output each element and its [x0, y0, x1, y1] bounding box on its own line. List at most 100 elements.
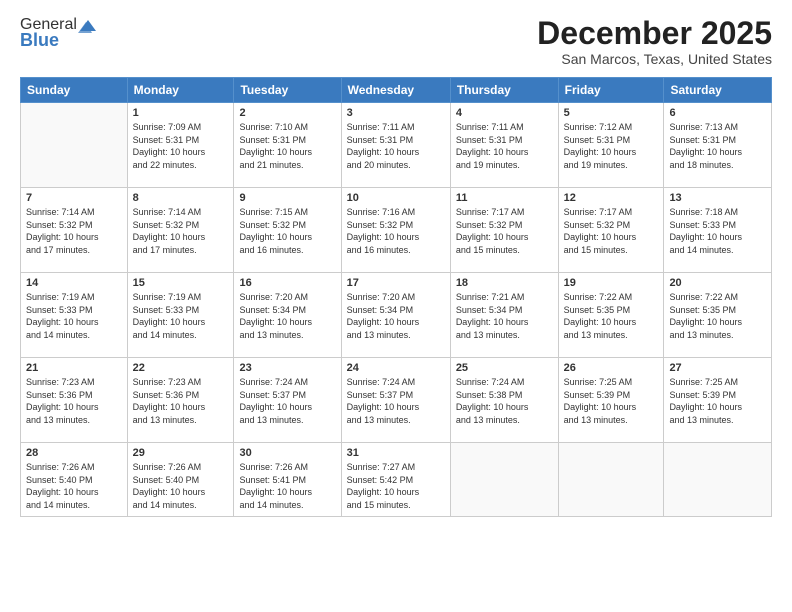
- day-number: 8: [133, 192, 229, 204]
- calendar-cell: 6 Sunrise: 7:13 AMSunset: 5:31 PMDaylight…: [664, 103, 772, 188]
- day-number: 16: [239, 277, 335, 289]
- calendar-cell: [450, 443, 558, 516]
- day-info: Sunrise: 7:21 AMSunset: 5:34 PMDaylight:…: [456, 291, 553, 341]
- day-info: Sunrise: 7:23 AMSunset: 5:36 PMDaylight:…: [26, 376, 122, 426]
- week-row-1: 1 Sunrise: 7:09 AMSunset: 5:31 PMDaylight…: [21, 103, 772, 188]
- weekday-header-friday: Friday: [558, 78, 664, 103]
- weekday-header-tuesday: Tuesday: [234, 78, 341, 103]
- day-info: Sunrise: 7:26 AMSunset: 5:40 PMDaylight:…: [133, 461, 229, 511]
- day-info: Sunrise: 7:17 AMSunset: 5:32 PMDaylight:…: [564, 206, 659, 256]
- calendar-cell: 22 Sunrise: 7:23 AMSunset: 5:36 PMDayligh…: [127, 358, 234, 443]
- calendar-cell: 20Sunrise: 7:22 AMSunset: 5:35 PMDayligh…: [664, 273, 772, 358]
- day-number: 29: [133, 447, 229, 459]
- calendar-cell: 15 Sunrise: 7:19 AMSunset: 5:33 PMDayligh…: [127, 273, 234, 358]
- day-info: Sunrise: 7:20 AMSunset: 5:34 PMDaylight:…: [239, 291, 335, 341]
- calendar-cell: 4 Sunrise: 7:11 AMSunset: 5:31 PMDaylight…: [450, 103, 558, 188]
- logo-blue-text: Blue: [20, 30, 59, 51]
- day-info: Sunrise: 7:20 AMSunset: 5:34 PMDaylight:…: [347, 291, 445, 341]
- calendar-cell: 12 Sunrise: 7:17 AMSunset: 5:32 PMDayligh…: [558, 188, 664, 273]
- calendar-cell: 29 Sunrise: 7:26 AMSunset: 5:40 PMDayligh…: [127, 443, 234, 516]
- day-info: Sunrise: 7:27 AMSunset: 5:42 PMDaylight:…: [347, 461, 445, 511]
- day-info: Sunrise: 7:22 AMSunset: 5:35 PMDaylight:…: [669, 291, 766, 341]
- calendar-cell: 13 Sunrise: 7:18 AMSunset: 5:33 PMDayligh…: [664, 188, 772, 273]
- day-number: 11: [456, 192, 553, 204]
- weekday-header-row: SundayMondayTuesdayWednesdayThursdayFrid…: [21, 78, 772, 103]
- day-number: 28: [26, 447, 122, 459]
- day-number: 2: [239, 107, 335, 119]
- calendar-table: SundayMondayTuesdayWednesdayThursdayFrid…: [20, 77, 772, 516]
- day-number: 18: [456, 277, 553, 289]
- weekday-header-sunday: Sunday: [21, 78, 128, 103]
- day-number: 1: [133, 107, 229, 119]
- calendar-cell: 27 Sunrise: 7:25 AMSunset: 5:39 PMDayligh…: [664, 358, 772, 443]
- day-info: Sunrise: 7:16 AMSunset: 5:32 PMDaylight:…: [347, 206, 445, 256]
- day-info: Sunrise: 7:23 AMSunset: 5:36 PMDaylight:…: [133, 376, 229, 426]
- day-info: Sunrise: 7:19 AMSunset: 5:33 PMDaylight:…: [133, 291, 229, 341]
- calendar-cell: 26 Sunrise: 7:25 AMSunset: 5:39 PMDayligh…: [558, 358, 664, 443]
- day-number: 12: [564, 192, 659, 204]
- logo: General Blue: [20, 16, 96, 51]
- day-info: Sunrise: 7:11 AMSunset: 5:31 PMDaylight:…: [347, 121, 445, 171]
- calendar-cell: 19 Sunrise: 7:22 AMSunset: 5:35 PMDayligh…: [558, 273, 664, 358]
- weekday-header-wednesday: Wednesday: [341, 78, 450, 103]
- day-info: Sunrise: 7:22 AMSunset: 5:35 PMDaylight:…: [564, 291, 659, 341]
- calendar-cell: 21 Sunrise: 7:23 AMSunset: 5:36 PMDayligh…: [21, 358, 128, 443]
- day-info: Sunrise: 7:13 AMSunset: 5:31 PMDaylight:…: [669, 121, 766, 171]
- month-title: December 2025: [537, 16, 772, 51]
- calendar-cell: 30 Sunrise: 7:26 AMSunset: 5:41 PMDayligh…: [234, 443, 341, 516]
- calendar-cell: 11Sunrise: 7:17 AMSunset: 5:32 PMDayligh…: [450, 188, 558, 273]
- calendar-cell: 10Sunrise: 7:16 AMSunset: 5:32 PMDayligh…: [341, 188, 450, 273]
- calendar-cell: [664, 443, 772, 516]
- calendar-cell: 7Sunrise: 7:14 AMSunset: 5:32 PMDaylight…: [21, 188, 128, 273]
- calendar-cell: [558, 443, 664, 516]
- calendar-cell: 14Sunrise: 7:19 AMSunset: 5:33 PMDayligh…: [21, 273, 128, 358]
- title-block: December 2025 San Marcos, Texas, United …: [537, 16, 772, 67]
- day-number: 24: [347, 362, 445, 374]
- header: General Blue December 2025 San Marcos, T…: [20, 16, 772, 67]
- day-number: 30: [239, 447, 335, 459]
- weekday-header-monday: Monday: [127, 78, 234, 103]
- day-info: Sunrise: 7:18 AMSunset: 5:33 PMDaylight:…: [669, 206, 766, 256]
- calendar-cell: 5 Sunrise: 7:12 AMSunset: 5:31 PMDaylight…: [558, 103, 664, 188]
- day-number: 4: [456, 107, 553, 119]
- day-info: Sunrise: 7:11 AMSunset: 5:31 PMDaylight:…: [456, 121, 553, 171]
- weekday-header-saturday: Saturday: [664, 78, 772, 103]
- day-info: Sunrise: 7:25 AMSunset: 5:39 PMDaylight:…: [669, 376, 766, 426]
- calendar-cell: 28Sunrise: 7:26 AMSunset: 5:40 PMDayligh…: [21, 443, 128, 516]
- day-number: 14: [26, 277, 122, 289]
- day-info: Sunrise: 7:26 AMSunset: 5:41 PMDaylight:…: [239, 461, 335, 511]
- calendar-cell: 9Sunrise: 7:15 AMSunset: 5:32 PMDaylight…: [234, 188, 341, 273]
- day-number: 27: [669, 362, 766, 374]
- day-number: 26: [564, 362, 659, 374]
- day-number: 5: [564, 107, 659, 119]
- calendar-cell: 31Sunrise: 7:27 AMSunset: 5:42 PMDayligh…: [341, 443, 450, 516]
- calendar-cell: 18 Sunrise: 7:21 AMSunset: 5:34 PMDayligh…: [450, 273, 558, 358]
- day-number: 21: [26, 362, 122, 374]
- day-number: 6: [669, 107, 766, 119]
- calendar-cell: [21, 103, 128, 188]
- day-number: 9: [239, 192, 335, 204]
- calendar-cell: 17Sunrise: 7:20 AMSunset: 5:34 PMDayligh…: [341, 273, 450, 358]
- day-info: Sunrise: 7:10 AMSunset: 5:31 PMDaylight:…: [239, 121, 335, 171]
- day-info: Sunrise: 7:25 AMSunset: 5:39 PMDaylight:…: [564, 376, 659, 426]
- calendar-cell: 16 Sunrise: 7:20 AMSunset: 5:34 PMDayligh…: [234, 273, 341, 358]
- day-number: 13: [669, 192, 766, 204]
- day-number: 25: [456, 362, 553, 374]
- day-number: 7: [26, 192, 122, 204]
- calendar-cell: 23Sunrise: 7:24 AMSunset: 5:37 PMDayligh…: [234, 358, 341, 443]
- calendar-cell: 25 Sunrise: 7:24 AMSunset: 5:38 PMDayligh…: [450, 358, 558, 443]
- week-row-4: 21 Sunrise: 7:23 AMSunset: 5:36 PMDayligh…: [21, 358, 772, 443]
- page: General Blue December 2025 San Marcos, T…: [0, 0, 792, 612]
- day-info: Sunrise: 7:09 AMSunset: 5:31 PMDaylight:…: [133, 121, 229, 171]
- calendar-cell: 8Sunrise: 7:14 AMSunset: 5:32 PMDaylight…: [127, 188, 234, 273]
- calendar-cell: 24 Sunrise: 7:24 AMSunset: 5:37 PMDayligh…: [341, 358, 450, 443]
- day-info: Sunrise: 7:24 AMSunset: 5:37 PMDaylight:…: [347, 376, 445, 426]
- day-number: 15: [133, 277, 229, 289]
- week-row-3: 14 Sunrise: 7:19 AMSunset: 5:33 PMDayligh…: [21, 273, 772, 358]
- day-info: Sunrise: 7:12 AMSunset: 5:31 PMDaylight:…: [564, 121, 659, 171]
- weekday-header-thursday: Thursday: [450, 78, 558, 103]
- calendar-cell: 1 Sunrise: 7:09 AMSunset: 5:31 PMDaylight…: [127, 103, 234, 188]
- day-number: 22: [133, 362, 229, 374]
- day-number: 19: [564, 277, 659, 289]
- day-info: Sunrise: 7:24 AMSunset: 5:38 PMDaylight:…: [456, 376, 553, 426]
